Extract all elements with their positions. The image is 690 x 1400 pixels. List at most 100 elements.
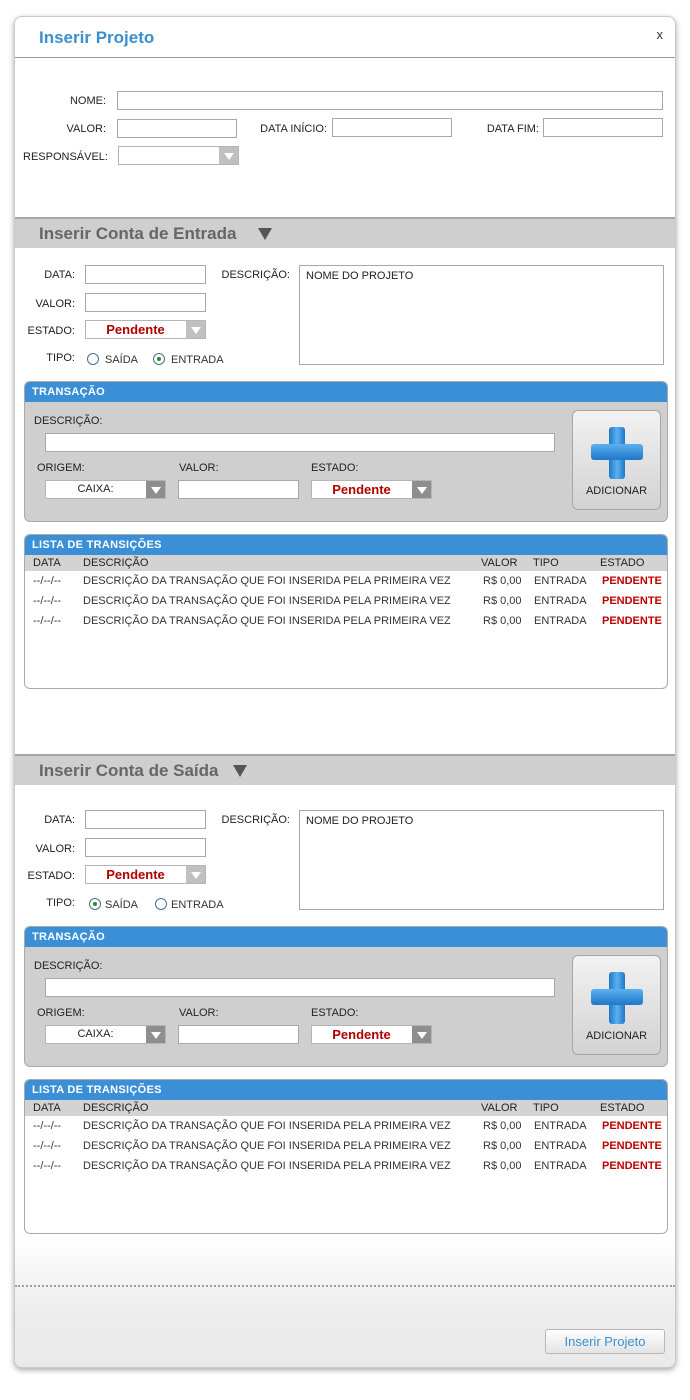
row-descricao: DESCRIÇÃO DA TRANSAÇÃO QUE FOI INSERIDA …	[83, 1140, 451, 1152]
row-valor: R$ 0,00	[483, 1160, 522, 1172]
column-tipo: TIPO	[533, 1102, 559, 1114]
insert-project-dialog: Inserir Projeto x NOME: VALOR: DATA INÍC…	[14, 16, 676, 1368]
entrada-valor-input[interactable]	[85, 293, 206, 312]
saida-tipo-saida-label: SAÍDA	[105, 899, 139, 911]
entrada-descricao-textarea[interactable]: NOME DO PROJETO	[299, 265, 664, 365]
data-inicio-input[interactable]	[332, 118, 452, 137]
row-valor: R$ 0,00	[483, 1140, 522, 1152]
saida-tipo-entrada-label: ENTRADA	[171, 899, 224, 911]
triangle-down-icon[interactable]	[258, 228, 272, 240]
chevron-down-icon[interactable]	[412, 481, 431, 498]
table-row[interactable]: --/--/-- DESCRIÇÃO DA TRANSAÇÃO QUE FOI …	[25, 612, 667, 632]
saida-transacao-panel: TRANSAÇÃO DESCRIÇÃO: ORIGEM: VALOR: ESTA…	[24, 926, 668, 1067]
saida-estado-select[interactable]: Pendente	[85, 865, 206, 884]
table-row[interactable]: --/--/-- DESCRIÇÃO DA TRANSAÇÃO QUE FOI …	[25, 572, 667, 592]
row-tipo: ENTRADA	[534, 1160, 587, 1172]
table-row[interactable]: --/--/-- DESCRIÇÃO DA TRANSAÇÃO QUE FOI …	[25, 1137, 667, 1157]
saida-transacao-descricao-label: DESCRIÇÃO:	[34, 960, 103, 972]
entrada-tipo-entrada-label: ENTRADA	[171, 354, 224, 366]
valor-input[interactable]	[117, 119, 237, 138]
entrada-tipo-entrada-radio[interactable]	[153, 353, 165, 365]
chevron-down-icon[interactable]	[219, 147, 238, 164]
row-valor: R$ 0,00	[483, 595, 522, 607]
column-data: DATA	[33, 1102, 61, 1114]
row-tipo: ENTRADA	[534, 1140, 587, 1152]
row-estado: PENDENTE	[602, 615, 662, 627]
triangle-down-icon[interactable]	[233, 765, 247, 777]
entrada-origem-select[interactable]: CAIXA:	[45, 480, 166, 499]
insert-project-button[interactable]: Inserir Projeto	[545, 1329, 665, 1354]
row-tipo: ENTRADA	[534, 595, 587, 607]
table-row[interactable]: --/--/-- DESCRIÇÃO DA TRANSAÇÃO QUE FOI …	[25, 1117, 667, 1137]
valor-label: VALOR:	[66, 123, 106, 135]
saida-add-button[interactable]: ADICIONAR	[572, 955, 661, 1055]
row-valor: R$ 0,00	[483, 1120, 522, 1132]
saida-transacao-header: TRANSAÇÃO	[25, 927, 667, 947]
column-estado: ESTADO	[600, 557, 645, 569]
saida-valor-input[interactable]	[85, 838, 206, 857]
saida-origem-value: CAIXA:	[77, 1028, 114, 1040]
saida-transacao-estado-value: Pendente	[332, 1027, 391, 1042]
data-fim-label: DATA FIM:	[486, 123, 539, 135]
saida-section-header: Inserir Conta de Saída	[15, 754, 675, 785]
saida-estado-label: ESTADO:	[27, 870, 75, 882]
column-data: DATA	[33, 557, 61, 569]
entrada-transacao-descricao-label: DESCRIÇÃO:	[34, 415, 103, 427]
column-estado: ESTADO	[600, 1102, 645, 1114]
chevron-down-icon[interactable]	[146, 1026, 165, 1043]
entrada-origem-value: CAIXA:	[77, 483, 114, 495]
saida-transacao-valor-input[interactable]	[178, 1025, 299, 1044]
row-descricao: DESCRIÇÃO DA TRANSAÇÃO QUE FOI INSERIDA …	[83, 1160, 451, 1172]
saida-transacao-valor-label: VALOR:	[179, 1007, 219, 1019]
saida-lista-panel: LISTA DE TRANSIÇÕES DATA DESCRIÇÃO VALOR…	[24, 1079, 668, 1234]
row-estado: PENDENTE	[602, 1140, 662, 1152]
row-data: --/--/--	[33, 595, 62, 607]
data-fim-input[interactable]	[543, 118, 663, 137]
entrada-transacao-estado-select[interactable]: Pendente	[311, 480, 432, 499]
entrada-lista-header: LISTA DE TRANSIÇÕES	[25, 535, 667, 555]
entrada-data-label: DATA:	[44, 269, 75, 281]
saida-add-label: ADICIONAR	[585, 1030, 648, 1042]
saida-lista-header: LISTA DE TRANSIÇÕES	[25, 1080, 667, 1100]
row-estado: PENDENTE	[602, 1120, 662, 1132]
row-descricao: DESCRIÇÃO DA TRANSAÇÃO QUE FOI INSERIDA …	[83, 575, 451, 587]
entrada-estado-select[interactable]: Pendente	[85, 320, 206, 339]
table-row[interactable]: --/--/-- DESCRIÇÃO DA TRANSAÇÃO QUE FOI …	[25, 1157, 667, 1177]
saida-transacao-descricao-input[interactable]	[45, 978, 555, 997]
dialog-title: Inserir Projeto	[39, 28, 155, 47]
saida-data-input[interactable]	[85, 810, 206, 829]
chevron-down-icon[interactable]	[412, 1026, 431, 1043]
chevron-down-icon[interactable]	[186, 866, 205, 883]
entrada-data-input[interactable]	[85, 265, 206, 284]
dialog-footer: Inserir Projeto	[15, 1235, 675, 1367]
row-valor: R$ 0,00	[483, 575, 522, 587]
entrada-tipo-saida-radio[interactable]	[87, 353, 99, 365]
chevron-down-icon[interactable]	[186, 321, 205, 338]
saida-section-title: Inserir Conta de Saída	[39, 761, 219, 780]
entrada-add-button[interactable]: ADICIONAR	[572, 410, 661, 510]
chevron-down-icon[interactable]	[146, 481, 165, 498]
nome-input[interactable]	[117, 91, 663, 110]
entrada-estado-label: ESTADO:	[27, 325, 75, 337]
saida-origem-select[interactable]: CAIXA:	[45, 1025, 166, 1044]
saida-transacao-estado-select[interactable]: Pendente	[311, 1025, 432, 1044]
row-estado: PENDENTE	[602, 1160, 662, 1172]
row-estado: PENDENTE	[602, 575, 662, 587]
column-valor: VALOR	[481, 1102, 518, 1114]
row-tipo: ENTRADA	[534, 575, 587, 587]
responsavel-select[interactable]	[118, 146, 239, 165]
entrada-transacao-descricao-input[interactable]	[45, 433, 555, 452]
table-row[interactable]: --/--/-- DESCRIÇÃO DA TRANSAÇÃO QUE FOI …	[25, 592, 667, 612]
saida-tipo-entrada-radio[interactable]	[155, 898, 167, 910]
responsavel-value	[119, 147, 218, 164]
saida-descricao-textarea[interactable]: NOME DO PROJETO	[299, 810, 664, 910]
row-data: --/--/--	[33, 1120, 62, 1132]
row-data: --/--/--	[33, 615, 62, 627]
saida-descricao-label: DESCRIÇÃO:	[221, 814, 290, 826]
entrada-add-label: ADICIONAR	[585, 485, 648, 497]
row-descricao: DESCRIÇÃO DA TRANSAÇÃO QUE FOI INSERIDA …	[83, 595, 451, 607]
entrada-transacao-valor-input[interactable]	[178, 480, 299, 499]
saida-lista-columns: DATA DESCRIÇÃO VALOR TIPO ESTADO	[25, 1100, 667, 1116]
saida-tipo-saida-radio[interactable]	[89, 898, 101, 910]
close-icon[interactable]: x	[657, 27, 664, 42]
